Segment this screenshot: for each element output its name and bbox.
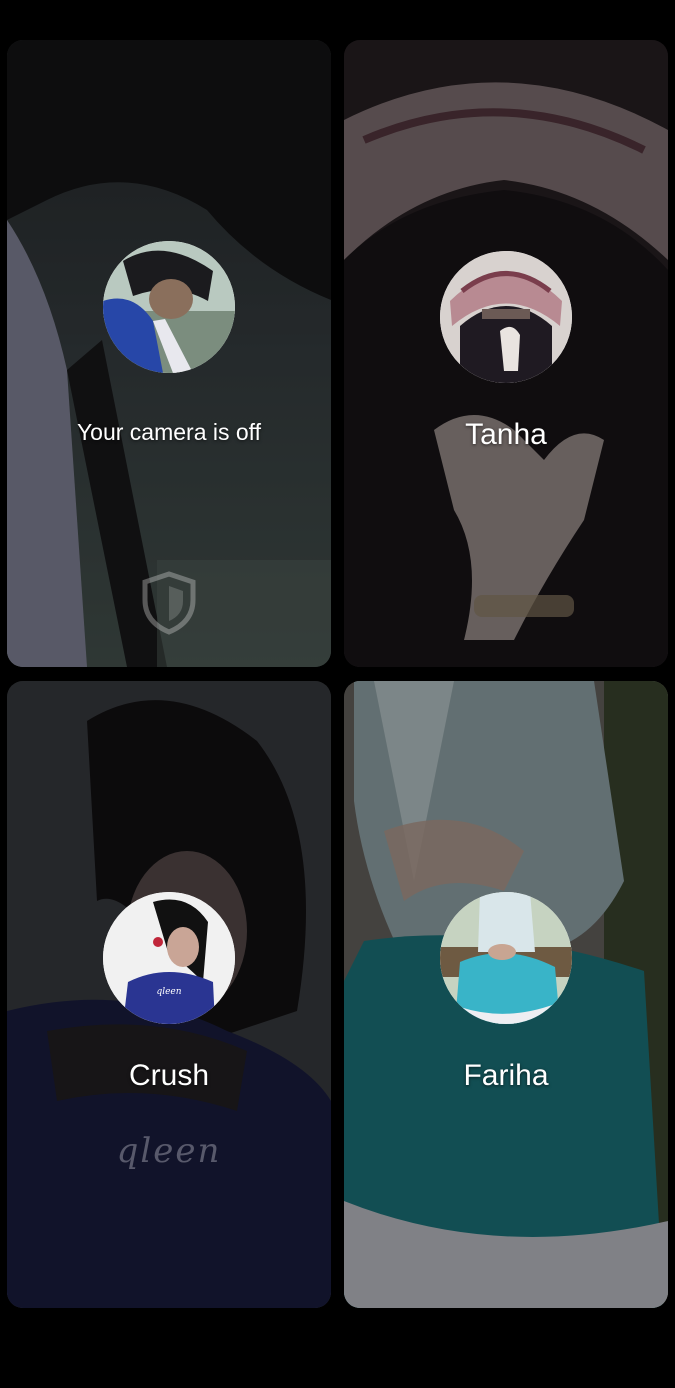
shield-icon — [139, 570, 199, 636]
participant-tile-self[interactable]: Your camera is off — [7, 40, 331, 667]
camera-off-label: Your camera is off — [76, 419, 262, 445]
svg-text:qleen: qleen — [156, 987, 181, 997]
participant-tile-crush[interactable]: qleen Crush qleen — [7, 681, 331, 1308]
participant-name-crush: Crush — [128, 1059, 210, 1092]
fariha-avatar — [440, 892, 572, 1024]
participant-name-tanha: Tanha — [465, 418, 547, 451]
participant-tile-fariha[interactable]: Fariha — [344, 681, 668, 1308]
tanha-avatar — [440, 251, 572, 383]
crush-avatar: qleen — [103, 892, 235, 1024]
participant-name-fariha: Fariha — [463, 1059, 549, 1092]
watermark: qleen — [116, 1131, 222, 1171]
self-avatar — [103, 241, 235, 373]
participant-tile-tanha[interactable]: Tanha — [344, 40, 668, 667]
